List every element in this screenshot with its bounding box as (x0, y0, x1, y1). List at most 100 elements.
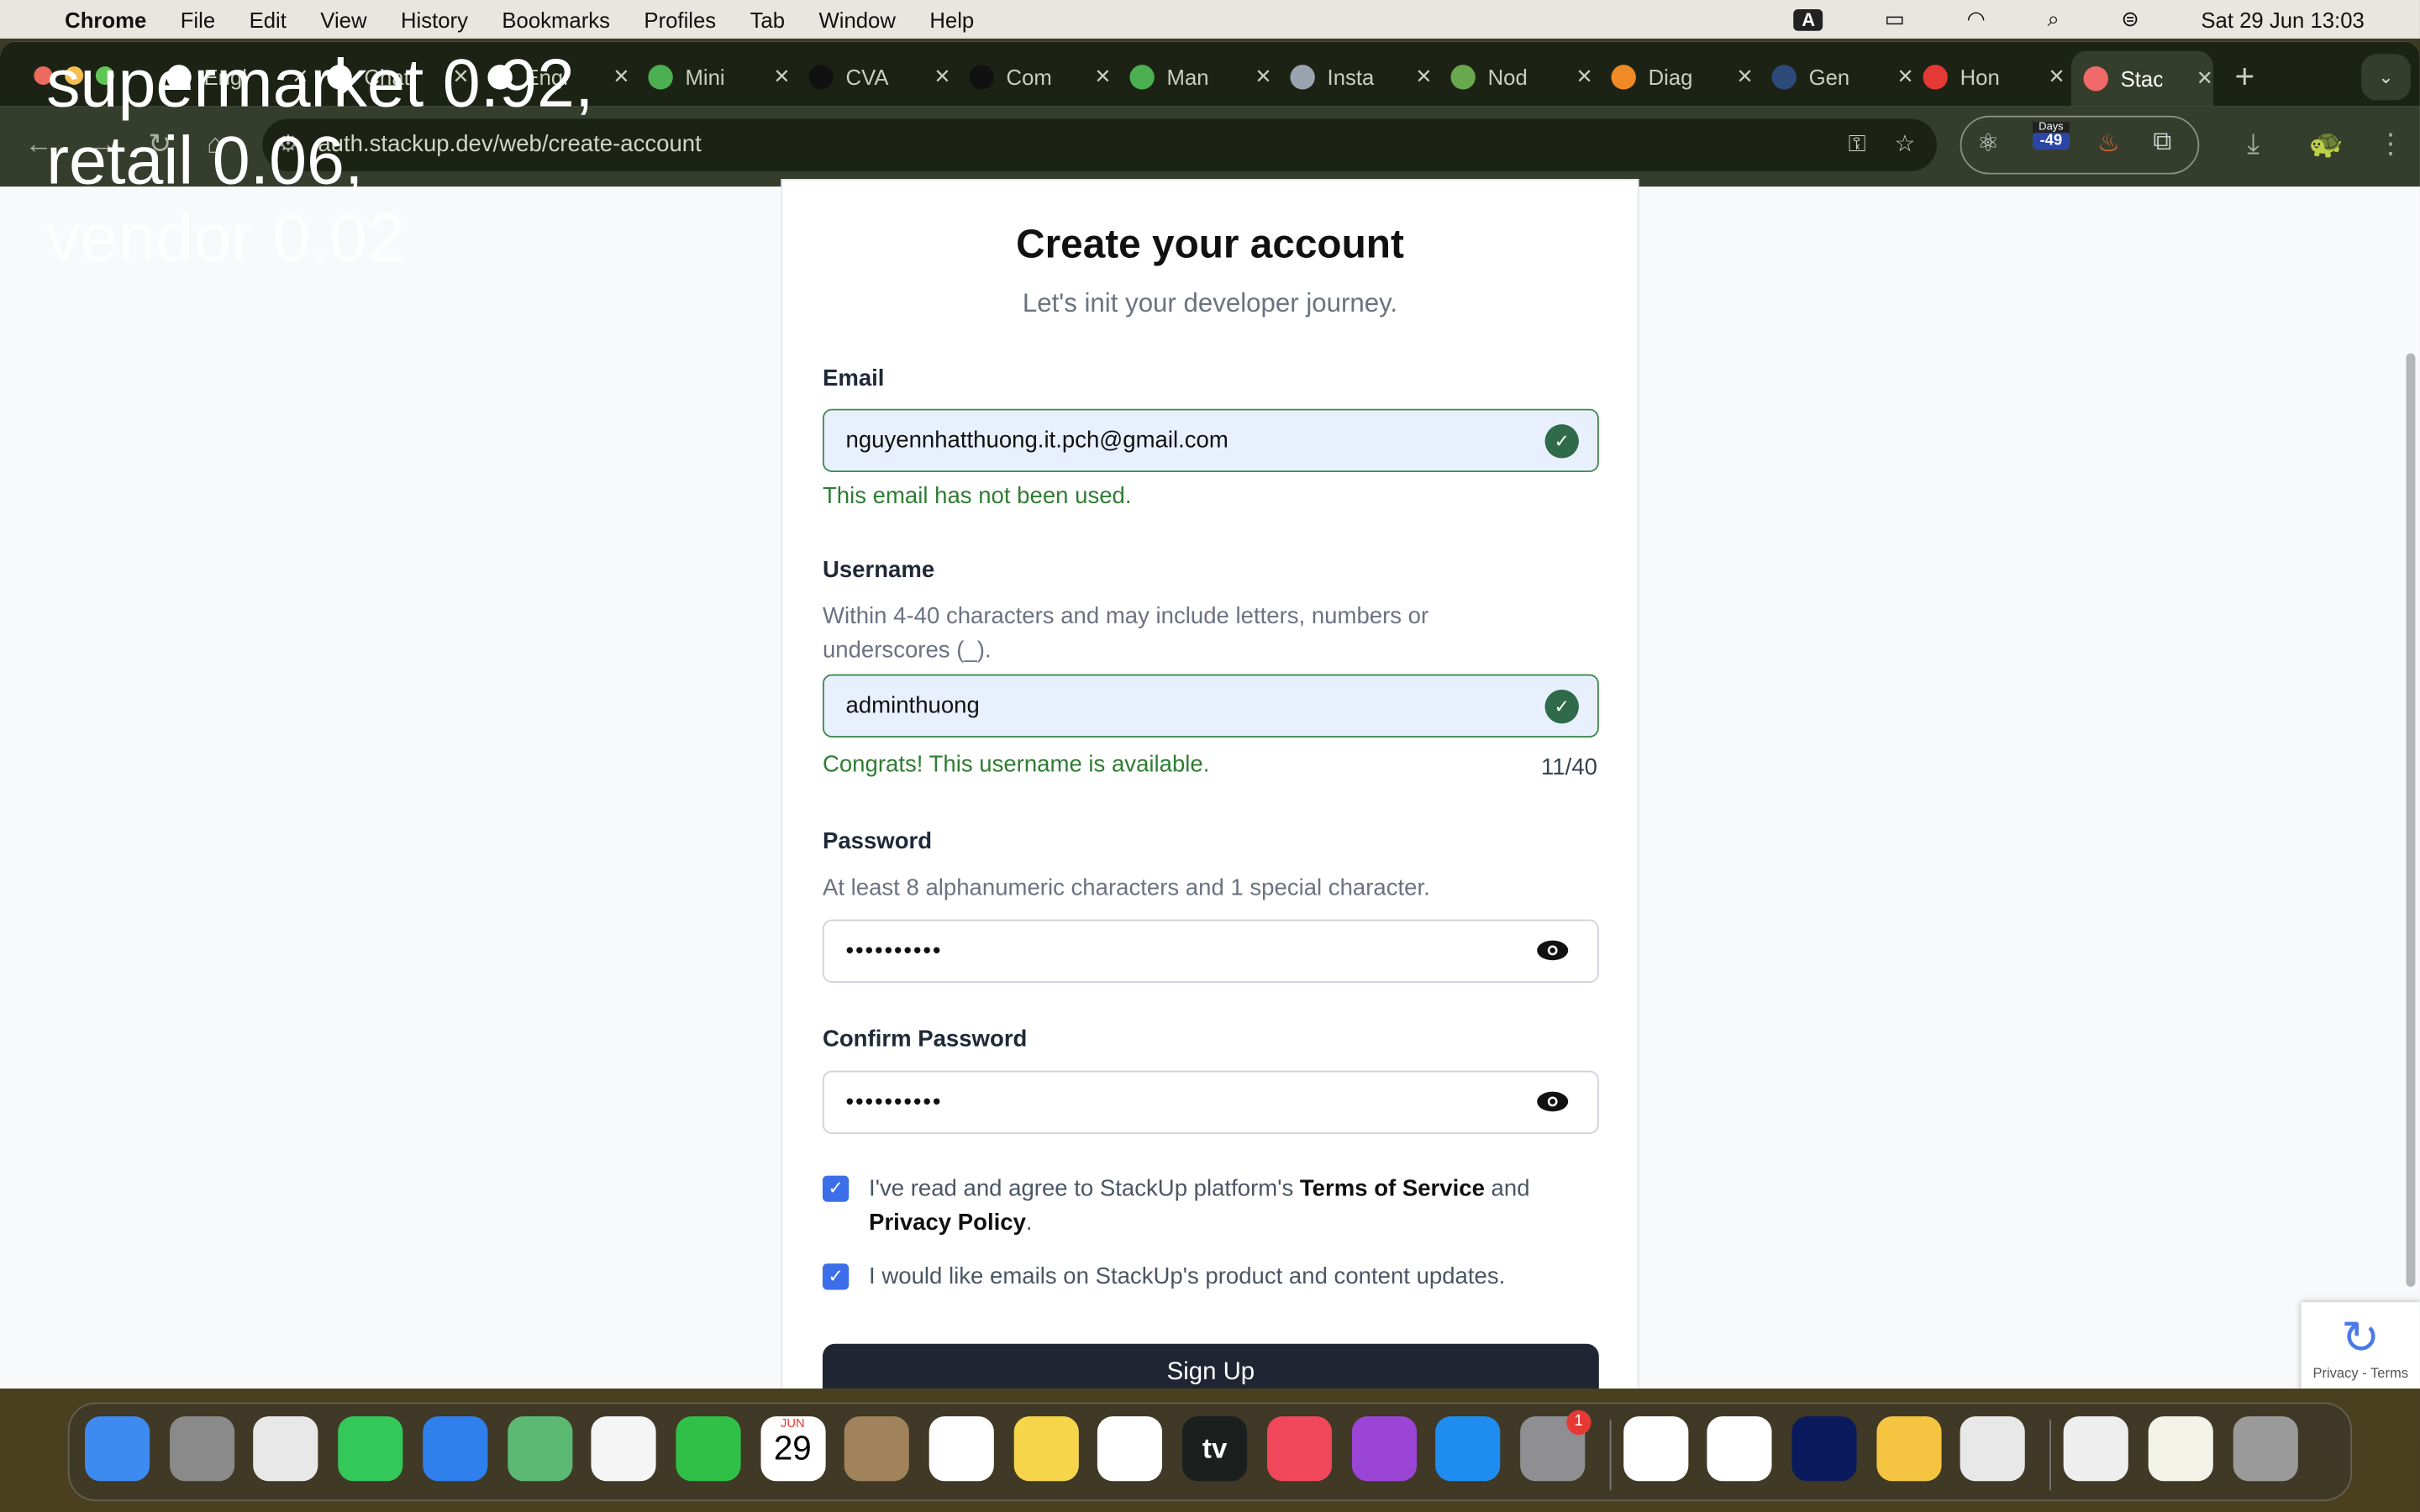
extensions-puzzle-icon[interactable]: ⧉ (2153, 127, 2171, 158)
dock-photos-icon[interactable] (591, 1416, 656, 1482)
dock-vscode-icon[interactable] (1623, 1416, 1688, 1482)
dock-podcasts-icon[interactable] (1351, 1416, 1417, 1482)
tab-10[interactable]: Gen ✕ (1760, 51, 1914, 103)
profile-turtle-icon[interactable]: 🐢 (2309, 128, 2344, 160)
dock-calendar-icon[interactable]: JUN 29 (760, 1416, 825, 1482)
input-source-icon[interactable]: A (1794, 8, 1823, 30)
dock-star-app-icon[interactable] (1876, 1416, 1941, 1482)
username-valid-message: Congrats! This username is available. (822, 751, 1210, 778)
dock-trash-icon[interactable] (2232, 1416, 2297, 1482)
dock-contacts-icon[interactable] (844, 1416, 910, 1482)
recaptcha-badge[interactable]: ↻ Privacy - Terms (2301, 1302, 2420, 1389)
tab-favicon-icon (808, 65, 834, 90)
menu-bookmarks[interactable]: Bookmarks (502, 7, 610, 31)
menu-help[interactable]: Help (929, 7, 974, 31)
menu-file[interactable]: File (181, 7, 215, 31)
menu-edit[interactable]: Edit (250, 7, 287, 31)
dock-chrome-icon[interactable] (253, 1416, 319, 1482)
dock-script-editor-icon[interactable] (1707, 1416, 1773, 1482)
dock-tv-icon[interactable]: tv (1182, 1416, 1248, 1482)
clock[interactable]: Sat 29 Jun 13:03 (2201, 7, 2364, 31)
download-icon[interactable]: ⤓ (2247, 128, 2260, 160)
dock-launchpad-icon[interactable] (169, 1416, 234, 1482)
dock-finder-icon[interactable] (85, 1416, 150, 1482)
email-field[interactable]: nguyennhatthuong.it.pch@gmail.com ✓ (822, 408, 1599, 473)
dock-notes-icon[interactable] (1013, 1416, 1079, 1482)
tab-3[interactable]: Mini ✕ (636, 51, 790, 103)
menu-view[interactable]: View (320, 7, 366, 31)
tab-6[interactable]: Man ✕ (1118, 51, 1271, 103)
tab-favicon-icon (1611, 65, 1636, 90)
tab-4[interactable]: CVA ✕ (797, 51, 950, 103)
tab-close-icon[interactable]: ✕ (1415, 65, 1432, 89)
password-field[interactable]: •••••••••• (822, 919, 1599, 983)
privacy-policy-link[interactable]: Privacy Policy (869, 1210, 1026, 1236)
tab-close-icon[interactable]: ✕ (1255, 65, 1271, 89)
username-field[interactable]: adminthuong ✓ (822, 674, 1599, 738)
dock-chrome-2-icon[interactable] (1960, 1416, 2026, 1482)
dock-reminders-icon[interactable] (929, 1416, 994, 1482)
tab-close-icon[interactable]: ✕ (773, 65, 790, 89)
battery-icon[interactable]: ▭ (1885, 6, 1905, 32)
dock-facetime-icon[interactable] (676, 1416, 741, 1482)
dock-screenshot-icon[interactable] (2063, 1416, 2128, 1482)
dock-app-store-icon[interactable] (1435, 1416, 1501, 1482)
tab-close-icon[interactable]: ✕ (1736, 65, 1753, 89)
tab-11[interactable]: Hon ✕ (1911, 51, 2065, 103)
tab-favicon-icon (648, 65, 673, 90)
classification-overlay: supermarket 0.92, retail 0.06, vendor 0.… (46, 46, 594, 276)
page-content: Create your account Let's init your deve… (0, 179, 2420, 1389)
tab-close-icon[interactable]: ✕ (934, 65, 950, 89)
page-subtitle: Let's init your developer journey. (1022, 288, 1398, 318)
dock-messages-icon[interactable] (338, 1416, 403, 1482)
tab-title: Hon (1960, 65, 2000, 90)
password-key-icon[interactable]: ⚿ (1849, 118, 1866, 171)
show-password-eye-icon[interactable] (1536, 1089, 1570, 1114)
scrollbar[interactable] (2406, 353, 2416, 1287)
menu-history[interactable]: History (401, 7, 468, 31)
tab-8[interactable]: Nod ✕ (1439, 51, 1592, 103)
tab-close-icon[interactable]: ✕ (2048, 65, 2065, 89)
tab-12[interactable]: Stac ✕ (2070, 50, 2213, 107)
terms-of-service-link[interactable]: Terms of Service (1300, 1176, 1485, 1202)
wifi-icon[interactable]: ◠ (1967, 6, 1986, 32)
fire-extension-icon[interactable]: ♨ (2097, 128, 2119, 159)
recaptcha-icon: ↻ (2341, 1313, 2381, 1364)
dock-system-settings-icon[interactable]: 1 (1519, 1410, 1591, 1482)
tab-5[interactable]: Com ✕ (957, 51, 1111, 103)
menu-profiles[interactable]: Profiles (644, 7, 716, 31)
menu-app[interactable]: Chrome (65, 7, 146, 31)
dock-maps-icon[interactable] (507, 1416, 572, 1482)
dock-teamviewer-icon[interactable] (1791, 1416, 1857, 1482)
show-password-eye-icon[interactable] (1536, 938, 1570, 963)
check-circle-icon: ✓ (1544, 690, 1579, 724)
menu-bar: Chrome File Edit View History Bookmarks … (0, 0, 2420, 39)
search-icon[interactable]: ⌕ (2047, 6, 2059, 32)
tab-close-icon[interactable]: ✕ (1576, 65, 1592, 89)
tab-title: Diag (1648, 65, 1693, 90)
tab-close-icon[interactable]: ✕ (1094, 65, 1111, 89)
tab-7[interactable]: Insta ✕ (1278, 51, 1432, 103)
react-devtools-icon[interactable]: ⚛ (1977, 128, 1999, 159)
dock-mail-icon[interactable] (422, 1416, 488, 1482)
tab-close-icon[interactable]: ✕ (613, 65, 629, 89)
menu-tab[interactable]: Tab (750, 7, 785, 31)
dock-music-icon[interactable] (1266, 1416, 1332, 1482)
tab-search-button[interactable]: ⌄ (2361, 54, 2411, 101)
days-counter-extension[interactable]: Days -49 (2032, 122, 2070, 150)
confirm-password-field[interactable]: •••••••••• (822, 1070, 1599, 1134)
more-menu-icon[interactable]: ⋮ (2377, 128, 2405, 160)
updates-checkbox[interactable]: ✓ (822, 1263, 850, 1290)
password-hint: At least 8 alphanumeric characters and 1… (822, 874, 1430, 901)
menu-window[interactable]: Window (818, 7, 895, 31)
control-center-icon[interactable]: ⊜ (2121, 6, 2139, 32)
sign-up-button[interactable]: Sign Up (822, 1343, 1599, 1389)
tab-title: Man (1166, 65, 1209, 90)
dock-document-icon[interactable] (2148, 1416, 2213, 1482)
bookmark-star-icon[interactable]: ☆ (1895, 118, 1916, 171)
tab-close-icon[interactable]: ✕ (2196, 66, 2213, 91)
dock-freeform-icon[interactable] (1097, 1416, 1163, 1482)
tab-9[interactable]: Diag ✕ (1599, 51, 1753, 103)
new-tab-button[interactable]: + (2235, 57, 2255, 97)
terms-checkbox[interactable]: ✓ (822, 1175, 850, 1202)
